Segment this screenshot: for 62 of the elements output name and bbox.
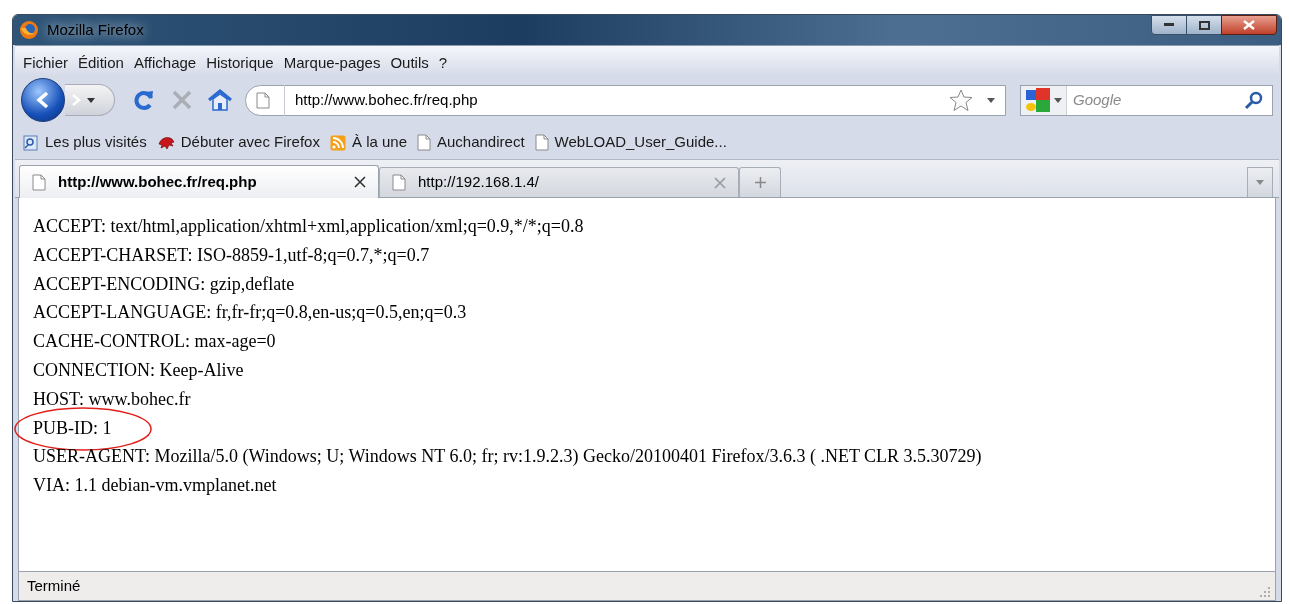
feed-icon [329, 134, 346, 151]
bookmark-link[interactable]: WebLOAD_User_Guide... [554, 131, 727, 154]
maximize-icon [1198, 20, 1210, 30]
close-icon[interactable] [354, 176, 366, 188]
maximize-button[interactable] [1187, 15, 1221, 35]
tab-title: http://192.168.1.4/ [418, 172, 539, 193]
page-icon [392, 174, 406, 191]
tab-title: http://www.bohec.fr/req.php [58, 171, 257, 192]
search-icon[interactable] [1244, 90, 1264, 110]
window-title: Mozilla Firefox [47, 19, 144, 40]
browser-tab[interactable]: http://www.bohec.fr/req.php [19, 165, 379, 198]
page-icon [534, 134, 549, 151]
address-field[interactable]: http://www.bohec.fr/req.php [245, 84, 1006, 116]
search-field[interactable]: Google [1020, 84, 1273, 116]
dropdown-caret-icon[interactable] [987, 97, 995, 103]
header-line: CONNECTION: Keep-Alive [33, 360, 244, 380]
close-icon [1243, 20, 1255, 30]
page-icon [32, 173, 46, 191]
menu-item[interactable]: Historique [202, 51, 278, 75]
menu-item[interactable]: Outils [386, 51, 433, 75]
bookmark-link[interactable]: À la une [351, 131, 407, 154]
header-line: HOST: www.bohec.fr [33, 388, 191, 409]
bookmark-link[interactable]: Auchandirect [437, 131, 525, 154]
menu-item[interactable]: ? [434, 51, 452, 75]
bookmark-link[interactable]: Débuter avec Firefox [180, 131, 320, 154]
home-icon [208, 89, 232, 111]
browser-tab[interactable]: http://192.168.1.4/ [379, 167, 739, 197]
minimize-button[interactable] [1151, 15, 1187, 35]
menu-item[interactable]: Affichage [129, 51, 201, 75]
reload-icon [133, 89, 155, 111]
header-line: ACCEPT-LANGUAGE: fr,fr-fr;q=0.8,en-us;q=0.5,en;q=0.3 [33, 302, 467, 323]
magnifier-page-icon [23, 134, 39, 151]
url-text: http://www.bohec.fr/req.php [295, 89, 478, 110]
header-line: ACCEPT: text/html,application/xhtml+xml,application/xml;q=0.9,*/*;q=0.8 [33, 216, 584, 236]
search-input[interactable]: Google [1073, 88, 1244, 112]
plus-icon [754, 177, 766, 188]
minimize-icon [1164, 23, 1174, 27]
status-text: Terminé [27, 575, 81, 596]
header-line: ACCEPT-CHARSET: ISO-8859-1,utf-8;q=0.7,*;q=0.7 [33, 244, 430, 265]
bookmark-link[interactable]: Les plus visités [45, 131, 147, 154]
dragon-icon [156, 134, 175, 151]
header-line: USER-AGENT: Mozilla/5.0 (Windows; U; Windows NT 6.0; fr; rv:1.9.2.3) Gecko/20100401 Firefox/3.6.3 ( .NET CLR 3.5.30729) [33, 446, 982, 467]
firefox-logo-icon [19, 20, 39, 40]
dropdown-caret-icon [87, 97, 95, 103]
menu-item[interactable]: Édition [74, 51, 128, 75]
stop-icon [172, 90, 192, 110]
star-icon[interactable] [949, 89, 973, 111]
resize-grip-icon[interactable] [1259, 586, 1271, 598]
dropdown-caret-icon[interactable] [1053, 97, 1062, 103]
header-line: VIA: 1.1 debian-vm.vmplanet.net [33, 475, 277, 496]
menu-item[interactable]: Fichier [19, 51, 72, 75]
header-line: PUB-ID: 1 [33, 417, 112, 438]
page-icon [417, 134, 431, 151]
header-line: CACHE-CONTROL: max-age=0 [33, 331, 276, 352]
dropdown-caret-icon [1256, 180, 1264, 185]
tab-list-button[interactable] [1247, 167, 1273, 197]
search-engine-icon[interactable] [1025, 88, 1050, 112]
page-icon [256, 91, 270, 109]
header-line: ACCEPT-ENCODING: gzip,deflate [33, 273, 295, 294]
back-button[interactable] [21, 78, 65, 122]
menu-item[interactable]: Marque-pages [279, 51, 385, 75]
close-button[interactable] [1221, 15, 1277, 35]
